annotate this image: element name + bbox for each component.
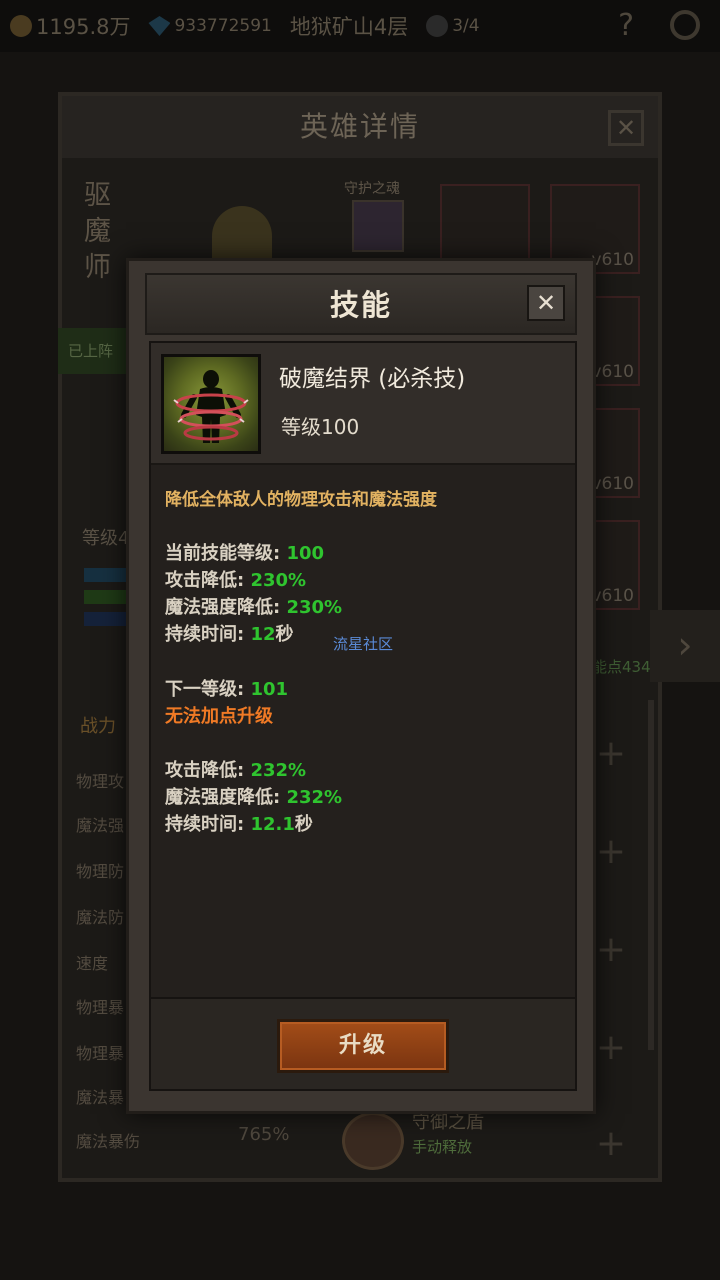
- duration-label: 持续时间:: [165, 624, 251, 645]
- skill-summary: 破魔结界 (必杀技) 等级100: [151, 343, 575, 465]
- help-icon[interactable]: ?: [618, 8, 634, 43]
- gold-coin-icon: [10, 15, 32, 37]
- next-duration-unit: 秒: [294, 814, 313, 835]
- gem-stat: 933772591: [148, 16, 272, 36]
- next-attack-reduction-value: 232%: [250, 760, 307, 781]
- guard-soul-label: 守护之魂: [344, 181, 400, 197]
- hero-name: 驱魔师: [84, 180, 111, 283]
- magic-reduction-label: 魔法强度降低:: [165, 597, 287, 618]
- stat-label: 魔法暴伤: [76, 1132, 141, 1151]
- add-point-button[interactable]: +: [592, 736, 630, 774]
- gem-amount: 933772591: [174, 16, 272, 36]
- next-magic-reduction-label: 魔法强度降低:: [165, 787, 287, 808]
- current-level-value: 100: [286, 543, 325, 564]
- next-magic-line: 魔法强度降低: 232%: [165, 783, 342, 809]
- attack-reduction-value: 230%: [250, 570, 307, 591]
- next-level-label: 下一等级:: [165, 679, 251, 700]
- stat-label: 魔法暴: [76, 1088, 125, 1107]
- skill-dialog-title: 技能: [329, 288, 392, 322]
- exp-bar: [84, 590, 132, 604]
- shield-skill-icon: [342, 1112, 404, 1170]
- stat-value: 765%: [238, 1124, 290, 1145]
- gem-icon: [148, 16, 171, 36]
- current-level-label: 当前技能等级:: [165, 543, 287, 564]
- equipment-level: v610: [591, 474, 634, 494]
- stat-label: 物理暴: [76, 998, 125, 1017]
- add-point-button[interactable]: +: [592, 1030, 630, 1068]
- watermark-text: 流星社区: [333, 635, 394, 653]
- duration-unit: 秒: [275, 624, 294, 645]
- skill-level: 等级100: [281, 415, 360, 439]
- hero-level-label: 等级4: [82, 528, 130, 549]
- current-attack-line: 攻击降低: 230%: [165, 566, 306, 592]
- add-point-button[interactable]: +: [592, 1126, 630, 1164]
- team-icon: [426, 15, 449, 37]
- skill-dialog: 技能 ✕ 破魔结界 (必杀技) 等级100 降低全体敌人的物理攻击和魔法强度 当…: [126, 258, 596, 1114]
- skill-dialog-header: 技能 ✕: [145, 273, 577, 335]
- power-tab[interactable]: 战力: [80, 712, 116, 738]
- upgrade-button[interactable]: 升级: [277, 1019, 449, 1073]
- next-hero-arrow-icon[interactable]: ›: [650, 610, 720, 682]
- skill-detail-body: 破魔结界 (必杀技) 等级100 降低全体敌人的物理攻击和魔法强度 当前技能等级…: [149, 341, 577, 999]
- next-level-value: 101: [250, 679, 289, 700]
- equipment-level: v610: [591, 586, 634, 606]
- current-level-line: 当前技能等级: 100: [165, 539, 324, 565]
- team-count: 3/4: [452, 16, 480, 36]
- close-button[interactable]: ✕: [527, 285, 565, 321]
- add-point-button[interactable]: +: [592, 932, 630, 970]
- next-duration-label: 持续时间:: [165, 814, 251, 835]
- attack-reduction-label: 攻击降低:: [165, 570, 251, 591]
- mana-bar: [84, 612, 132, 626]
- next-attack-line: 攻击降低: 232%: [165, 756, 306, 782]
- next-duration-line: 持续时间: 12.1秒: [165, 810, 313, 836]
- skill-row-type: 手动释放: [412, 1138, 473, 1156]
- hero-panel-title: 英雄详情: [62, 96, 658, 158]
- thorn-barrier-icon: [161, 354, 261, 454]
- skill-dialog-footer: 升级: [149, 999, 577, 1091]
- resource-bar: 1195.8万 933772591 地狱矿山4层 3/4 ?: [0, 0, 720, 52]
- hp-bar: [84, 568, 132, 582]
- skill-description: 降低全体敌人的物理攻击和魔法强度: [165, 490, 437, 510]
- skill-list-scrollbar[interactable]: [648, 700, 654, 1050]
- location-label: 地狱矿山4层: [289, 15, 409, 39]
- gold-stat: 1195.8万: [10, 11, 130, 41]
- next-level-line: 下一等级: 101: [165, 675, 288, 701]
- current-duration-line: 持续时间: 12秒: [165, 620, 294, 646]
- stat-label: 魔法防: [76, 908, 125, 927]
- skill-name: 破魔结界 (必杀技): [279, 366, 466, 392]
- cannot-upgrade-warning: 无法加点升级: [165, 706, 273, 727]
- next-duration-value: 12.1: [250, 814, 295, 835]
- stat-label: 物理防: [76, 862, 125, 881]
- next-magic-reduction-value: 232%: [286, 787, 343, 808]
- stat-label: 速度: [76, 954, 109, 973]
- current-magic-line: 魔法强度降低: 230%: [165, 593, 342, 619]
- next-attack-reduction-label: 攻击降低:: [165, 760, 251, 781]
- guard-soul-icon[interactable]: [352, 200, 404, 252]
- skill-points-label: 能点434: [592, 658, 651, 676]
- equipment-level: v610: [591, 250, 634, 270]
- team-stat: 3/4: [426, 15, 480, 37]
- stat-label: 物理暴: [76, 1044, 125, 1063]
- stat-label: 物理攻: [76, 772, 125, 791]
- stat-label: 魔法强: [76, 816, 125, 835]
- hero-panel-close-button[interactable]: ✕: [608, 110, 644, 146]
- duration-value: 12: [250, 624, 276, 645]
- magic-reduction-value: 230%: [286, 597, 343, 618]
- equipment-level: v610: [591, 362, 634, 382]
- settings-gear-icon[interactable]: [670, 10, 700, 40]
- add-point-button[interactable]: +: [592, 834, 630, 872]
- gold-amount: 1195.8万: [36, 15, 131, 39]
